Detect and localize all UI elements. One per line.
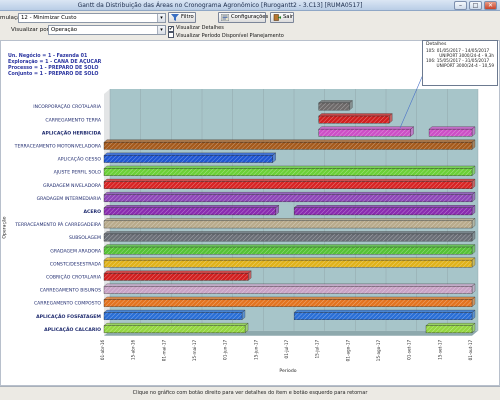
window-title: Gantt da Distribuição das Áreas no Crono… (77, 2, 363, 9)
filter-icon (171, 14, 179, 21)
visualizar-detalhes-label: Visualizar Detalhes (176, 25, 224, 31)
configuracoes-button[interactable]: Configurações (218, 12, 269, 23)
title-bar: Gantt da Distribuição das Áreas no Crono… (0, 0, 500, 11)
filtro-button[interactable]: Filtro (168, 12, 196, 23)
visualizar-por-label: Visualizar por (11, 27, 49, 33)
checkbox-unchecked[interactable] (168, 32, 174, 38)
y-axis-label: Operação (2, 216, 8, 239)
filtro-button-label: Filtro (181, 14, 194, 20)
visualizar-periodo-checkbox[interactable]: Visualizar Período Disponível Planejamen… (168, 32, 284, 39)
sair-button[interactable]: Sair (270, 12, 294, 23)
sair-button-label: Sair (283, 14, 294, 20)
hierarchy-filter-text: Un. Negócio = 1 - Fazenda 01 Exploração … (8, 54, 101, 78)
hierarchy-line: Conjunto = 1 - PREPARO DE SOLO (8, 72, 99, 78)
exit-door-icon (273, 14, 281, 21)
simulacao-select[interactable]: 12 - Minimizar Custo ▾ (18, 13, 166, 23)
minimize-button[interactable]: – (454, 1, 467, 10)
simulacao-select-value: 12 - Minimizar Custo (21, 15, 77, 21)
maximize-button[interactable]: □ (469, 1, 482, 10)
status-bar: Clique no gráfico com botão direito para… (0, 386, 500, 400)
visualizar-detalhes-checkbox[interactable]: ✔ Visualizar Detalhes (168, 25, 224, 32)
visualizar-por-select[interactable]: Operação ▾ (48, 25, 166, 35)
gantt-chart-panel[interactable] (0, 40, 500, 386)
visualizar-por-select-value: Operação (51, 27, 78, 33)
visualizar-periodo-label: Visualizar Período Disponível Planejamen… (176, 33, 284, 39)
chevron-down-icon[interactable]: ▾ (157, 26, 165, 34)
chevron-down-icon[interactable]: ▾ (157, 14, 165, 22)
details-tooltip: Detalhes 105: 01/05/2017 - 14/05/2017 UN… (422, 40, 498, 86)
details-line: UNIPORT 3000/24-4 - 10,59 (436, 63, 494, 68)
close-button[interactable]: ✕ (484, 1, 497, 10)
settings-icon (221, 14, 229, 21)
details-title: Detalhes (426, 42, 447, 47)
configuracoes-button-label: Configurações (231, 14, 269, 20)
